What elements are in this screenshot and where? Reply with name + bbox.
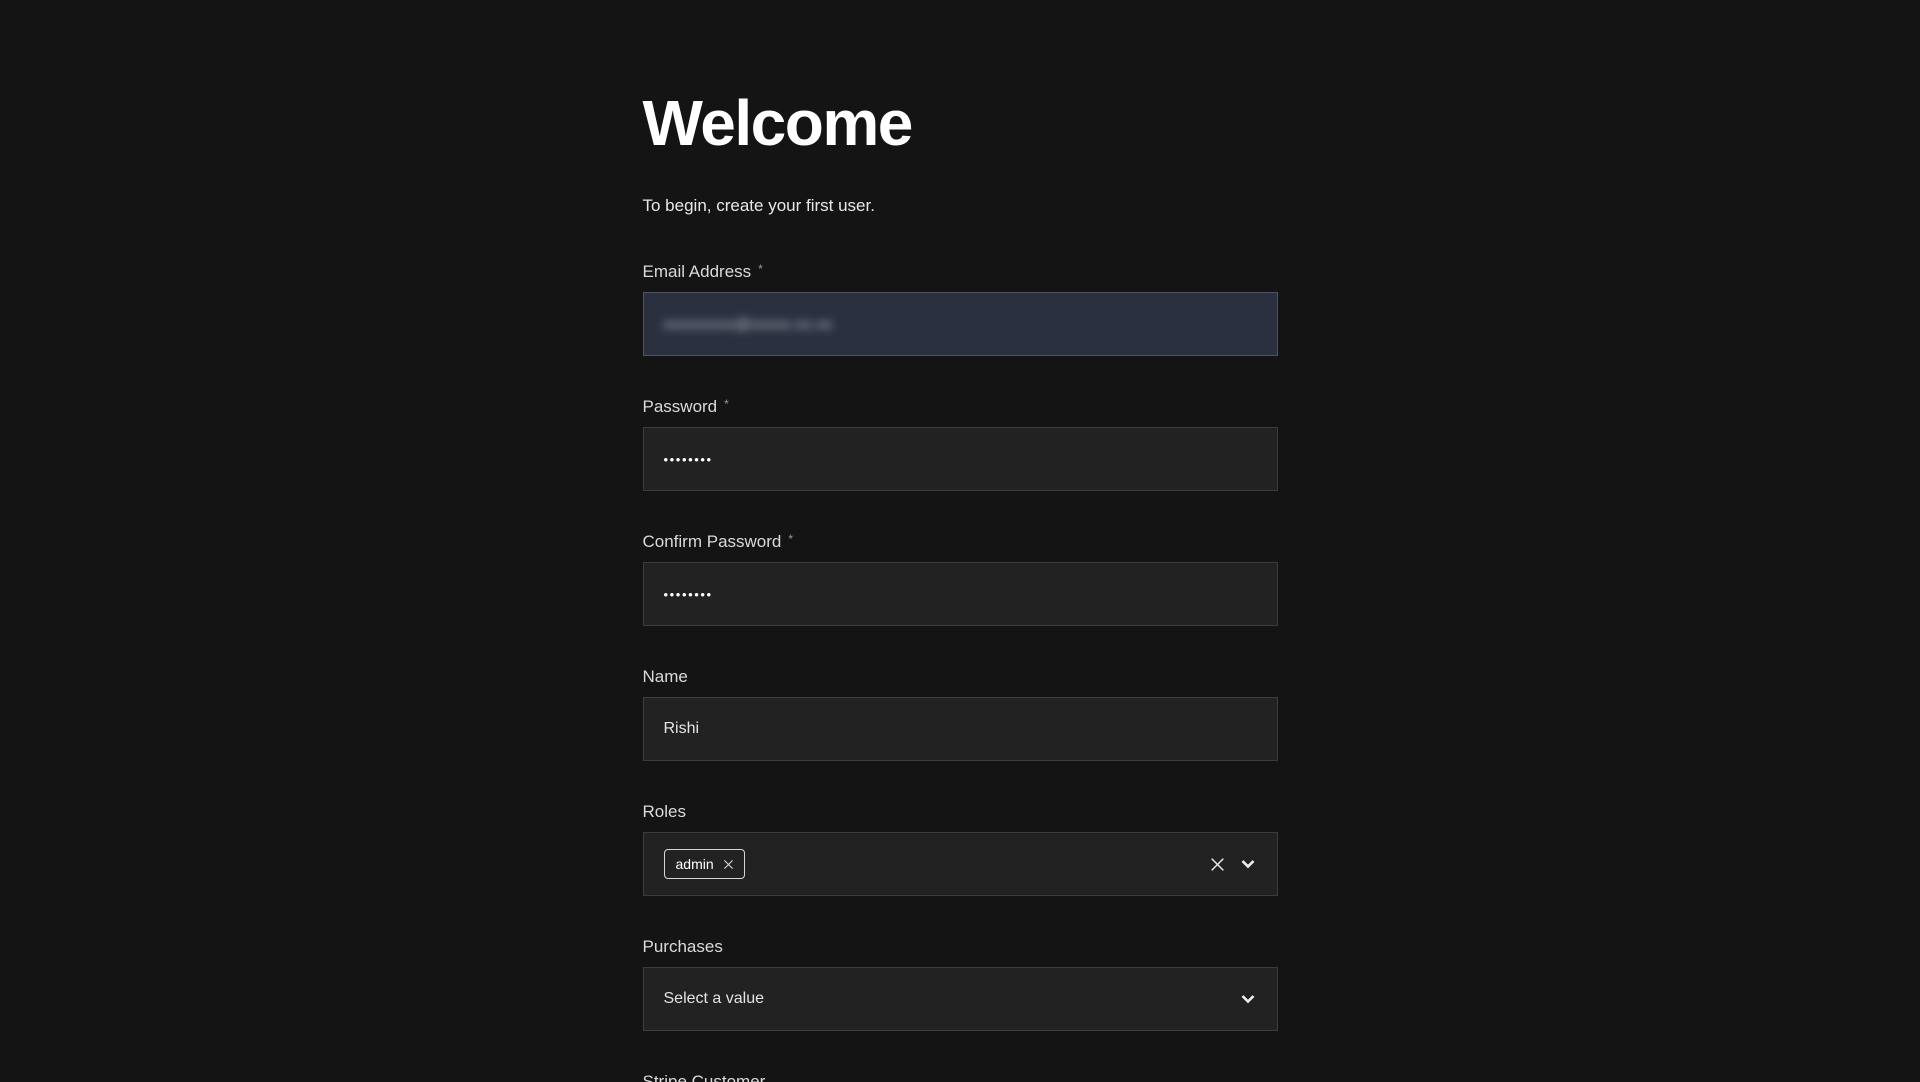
stripe-customer-label: Stripe Customer bbox=[643, 1073, 1278, 1082]
purchases-field-group: Purchases Select a value bbox=[643, 938, 1278, 1031]
email-label-text: Email Address bbox=[643, 263, 752, 281]
confirm-password-label: Confirm Password * bbox=[643, 533, 1278, 551]
name-label-text: Name bbox=[643, 668, 688, 686]
roles-label-text: Roles bbox=[643, 803, 686, 821]
password-label: Password * bbox=[643, 398, 1278, 416]
chevron-down-icon[interactable] bbox=[1239, 855, 1257, 873]
purchases-label-text: Purchases bbox=[643, 938, 723, 956]
name-field-group: Name bbox=[643, 668, 1278, 761]
email-label: Email Address * bbox=[643, 263, 1278, 281]
email-value-redacted: xxxxxxxxx@xxxxx.xx.xx bbox=[664, 316, 833, 333]
clear-icon[interactable] bbox=[1209, 856, 1226, 873]
required-asterisk: * bbox=[724, 398, 729, 410]
role-chip-label: admin bbox=[676, 856, 714, 872]
email-field[interactable]: xxxxxxxxx@xxxxx.xx.xx bbox=[643, 292, 1278, 356]
purchases-placeholder: Select a value bbox=[664, 990, 765, 1008]
roles-field-group: Roles admin bbox=[643, 803, 1278, 896]
purchases-select[interactable]: Select a value bbox=[643, 967, 1278, 1031]
page-subtitle: To begin, create your first user. bbox=[643, 194, 1278, 218]
password-field-group: Password * bbox=[643, 398, 1278, 491]
password-label-text: Password bbox=[643, 398, 718, 416]
role-chip-admin[interactable]: admin bbox=[664, 849, 745, 879]
confirm-password-field-group: Confirm Password * bbox=[643, 533, 1278, 626]
create-first-user-panel: Welcome To begin, create your first user… bbox=[643, 0, 1278, 1082]
password-field[interactable] bbox=[643, 427, 1278, 491]
stripe-customer-field-group: Stripe Customer bbox=[643, 1073, 1278, 1082]
roles-multiselect[interactable]: admin bbox=[643, 832, 1278, 896]
page-title: Welcome bbox=[643, 86, 1278, 160]
purchases-label: Purchases bbox=[643, 938, 1278, 956]
required-asterisk: * bbox=[758, 263, 763, 275]
remove-tag-icon[interactable] bbox=[723, 859, 734, 870]
name-field[interactable] bbox=[643, 697, 1278, 761]
required-asterisk: * bbox=[788, 533, 793, 545]
name-label: Name bbox=[643, 668, 1278, 686]
stripe-customer-label-text: Stripe Customer bbox=[643, 1073, 766, 1082]
email-field-group: Email Address * xxxxxxxxx@xxxxx.xx.xx bbox=[643, 263, 1278, 356]
chevron-down-icon[interactable] bbox=[1239, 990, 1257, 1008]
confirm-password-field[interactable] bbox=[643, 562, 1278, 626]
confirm-password-label-text: Confirm Password bbox=[643, 533, 782, 551]
roles-label: Roles bbox=[643, 803, 1278, 821]
